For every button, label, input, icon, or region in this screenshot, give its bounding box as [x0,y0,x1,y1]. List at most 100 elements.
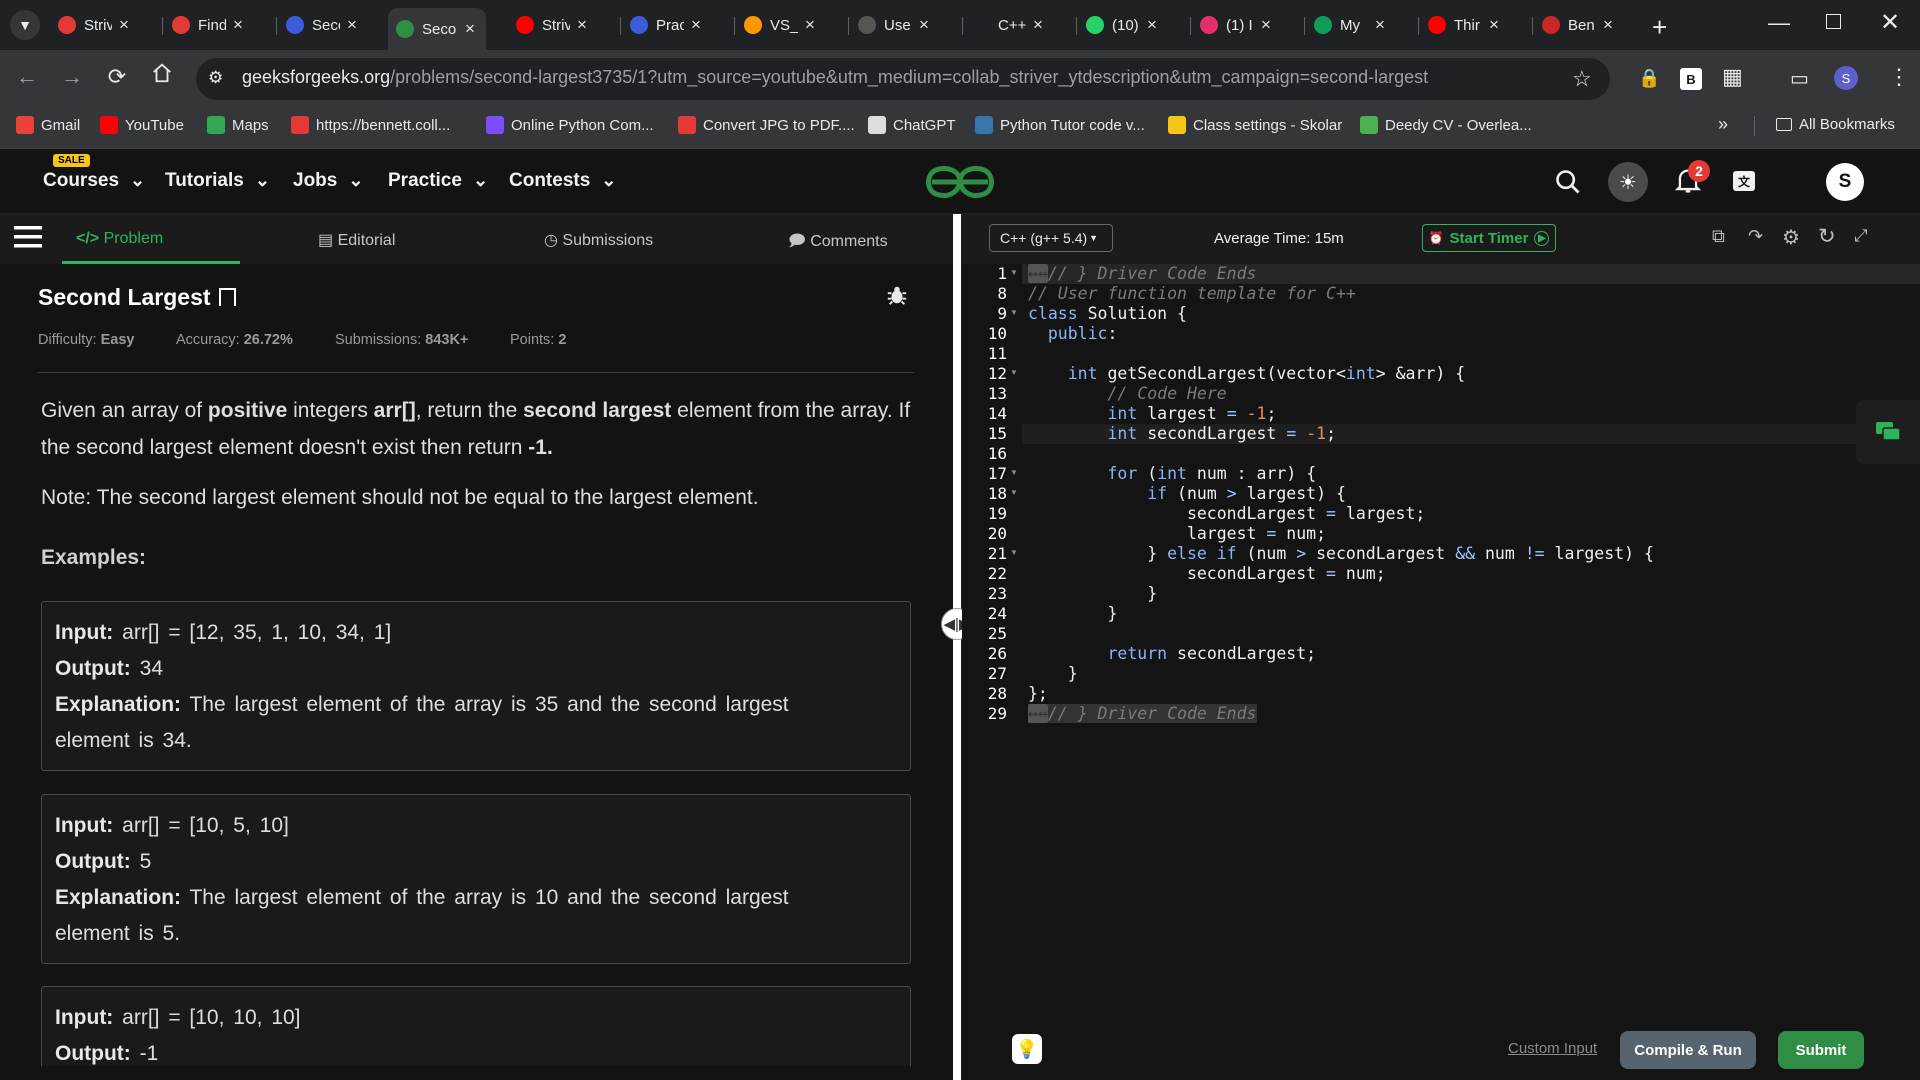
browser-tab[interactable]: Striv × [508,8,598,42]
forward-button[interactable]: → [57,64,87,90]
bookmark-item[interactable]: Python Tutor code v... [975,116,1145,134]
new-tab-button[interactable]: + [1652,12,1667,43]
translate-button[interactable]: 文 [1733,171,1755,191]
close-tab-icon[interactable]: × [344,15,360,35]
bookmark-item[interactable]: Online Python Com... [486,116,654,134]
theme-toggle-button[interactable]: ☀ [1608,162,1648,202]
tab-problem[interactable]: </> Problem [76,230,163,248]
fold-arrow-icon[interactable]: ▼ [1010,548,1018,557]
close-tab-icon[interactable]: × [1600,15,1616,35]
user-avatar[interactable]: S [1826,163,1864,201]
bookmark-item[interactable]: Deedy CV - Overlea... [1360,116,1532,134]
minimize-button[interactable]: — [1768,10,1790,36]
fold-arrow-icon[interactable]: ▼ [1010,488,1018,497]
nav-item-practice[interactable]: Practice ⌄ [388,170,488,192]
close-tab-icon[interactable]: × [688,15,704,35]
profile-avatar[interactable]: S [1834,66,1858,90]
close-tab-icon[interactable]: × [1030,15,1046,35]
fold-arrow-icon[interactable]: ▼ [1010,308,1018,317]
problem-meta-item: Points: 2 [510,332,566,348]
nav-item-jobs[interactable]: Jobs ⌄ [293,170,363,192]
restore-button[interactable] [1826,14,1841,29]
fold-arrow-icon[interactable]: ▼ [1010,468,1018,477]
browser-tab[interactable]: Prac × [622,8,712,42]
youtube-icon [1428,16,1446,34]
reset-code-button[interactable]: ↻ [1818,224,1836,249]
site-info-icon[interactable]: ⚙ [208,68,223,88]
bookmarks-separator [1754,116,1755,136]
tuf-icon [172,16,190,34]
browser-tab[interactable]: Use × [850,8,940,42]
report-bug-button[interactable] [886,284,908,311]
browser-tab[interactable]: Thir × [1420,8,1510,42]
close-tab-icon[interactable]: × [1372,15,1388,35]
load-template-button[interactable]: ↷ [1748,226,1763,247]
hamburger-menu-button[interactable] [14,224,42,255]
tab-comments[interactable]: 🗩 Comments [788,230,888,257]
browser-tab[interactable]: Seco× [388,8,486,50]
compile-run-button[interactable]: Compile & Run [1620,1031,1756,1069]
browser-tab[interactable]: (10) × [1078,8,1168,42]
extension-lock-icon[interactable]: 🔒 [1638,68,1660,89]
browser-tab[interactable]: Ben × [1534,8,1624,42]
start-timer-button[interactable]: ⏰ Start Timer ▶ [1422,224,1556,252]
chat-fab[interactable] [1856,400,1920,464]
bookmark-item[interactable]: Maps [207,116,269,134]
cast-button[interactable]: ▭ [1790,66,1809,91]
close-tab-icon[interactable]: × [1144,15,1160,35]
browser-tab[interactable]: (1) I × [1192,8,1282,42]
editor-settings-button[interactable]: ⚙ [1782,225,1800,250]
nav-item-contests[interactable]: Contests ⌄ [509,170,616,192]
all-bookmarks-button[interactable]: All Bookmarks [1776,116,1895,133]
submit-button[interactable]: Submit [1778,1031,1864,1069]
browser-tab[interactable]: VS_ × [736,8,826,42]
browser-tab[interactable]: Striv × [50,8,140,42]
fold-arrow-icon[interactable]: ▼ [1010,268,1018,277]
hint-button[interactable]: 💡 [1012,1034,1042,1064]
nav-item-courses[interactable]: Courses ⌄ [43,170,145,192]
browser-menu-button[interactable]: ⋮ [1888,64,1910,90]
fold-arrow-icon[interactable]: ▼ [1010,368,1018,377]
bookmark-item[interactable]: ChatGPT [868,116,956,134]
close-tab-icon[interactable]: × [574,15,590,35]
tab-editorial[interactable]: ▤ Editorial [318,230,395,250]
gfg-logo[interactable] [922,162,998,207]
close-window-button[interactable]: ✕ [1880,8,1900,37]
copy-code-button[interactable]: ⧉ [1712,226,1725,247]
chevron-down-icon: ⌄ [125,170,146,190]
desc-text: the second largest element doesn't exist… [41,436,529,459]
browser-tab[interactable]: Seco× [278,8,368,42]
browser-tab[interactable]: C++ × [964,8,1054,42]
close-tab-icon[interactable]: × [916,15,932,35]
close-tab-icon[interactable]: × [1486,15,1502,35]
language-select[interactable]: C++ (g++ 5.4) ▼ [989,224,1113,252]
home-button[interactable] [147,62,177,90]
bookmark-item[interactable]: Gmail [16,116,80,134]
close-tab-icon[interactable]: × [230,15,246,35]
bookmark-item[interactable]: YouTube [100,116,184,134]
search-button[interactable] [1554,168,1582,201]
nav-item-tutorials[interactable]: Tutorials ⌄ [165,170,270,192]
close-tab-icon[interactable]: × [1258,15,1274,35]
bookmark-item[interactable]: Convert JPG to PDF.... [678,116,855,134]
close-tab-icon[interactable]: × [116,15,132,35]
bookmark-icon[interactable] [218,288,236,306]
bookmarks-overflow-button[interactable]: » [1718,114,1728,135]
tab-submissions[interactable]: ◷ Submissions [544,230,653,250]
bookmark-star-button[interactable]: ☆ [1572,66,1592,92]
close-tab-icon[interactable]: × [802,15,818,35]
custom-input-link[interactable]: Custom Input [1508,1040,1597,1057]
extensions-button[interactable]: ▦ [1722,64,1743,90]
fullscreen-button[interactable]: ⤢ [1854,226,1868,246]
extension-b-button[interactable]: B [1680,68,1702,90]
browser-tab[interactable]: Find × [164,8,254,42]
line-number: 27 [987,664,1007,683]
bookmark-item[interactable]: https://bennett.coll... [291,116,450,134]
back-button[interactable]: ← [12,64,42,90]
close-tab-icon[interactable]: × [462,19,478,39]
browser-tab[interactable]: My × [1306,8,1396,42]
tab-search-button[interactable]: ▼ [10,10,40,40]
panel-resize-divider[interactable] [953,214,961,1080]
reload-button[interactable]: ⟳ [102,64,132,90]
bookmark-item[interactable]: Class settings - Skolar [1168,116,1342,134]
